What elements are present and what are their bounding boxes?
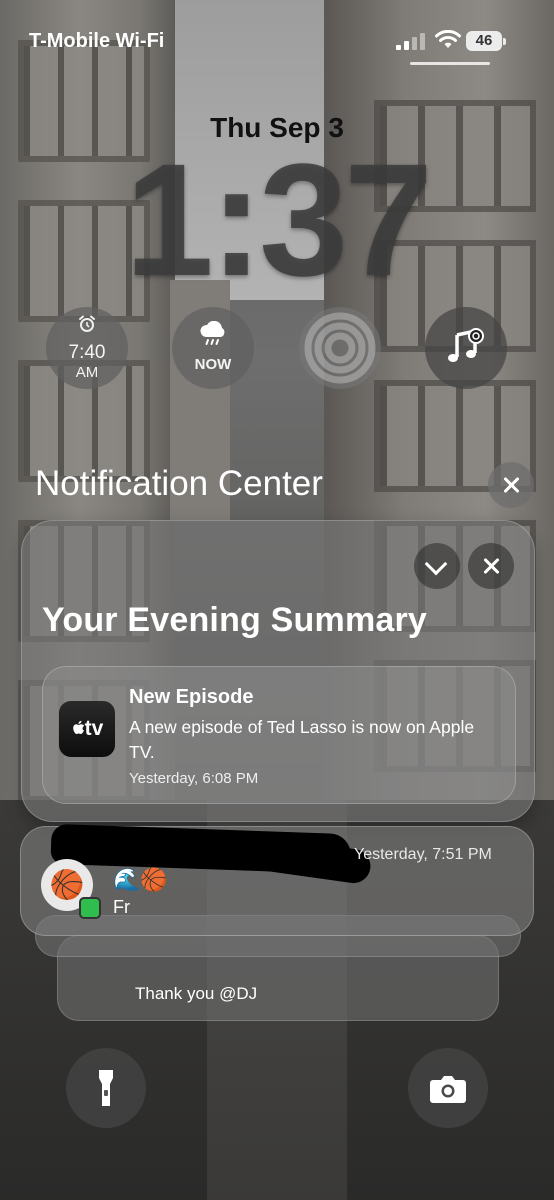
camera-icon xyxy=(430,1076,466,1103)
weather-label: NOW xyxy=(194,356,232,373)
notification-body: A new episode of Ted Lasso is now on App… xyxy=(129,717,475,762)
music-note-icon xyxy=(448,328,484,362)
flashlight-button[interactable] xyxy=(66,1048,146,1128)
message-text: Fr xyxy=(113,897,130,917)
lock-clock: 1:37 xyxy=(124,130,433,309)
rain-cloud-icon xyxy=(200,320,225,345)
close-icon xyxy=(502,476,520,494)
apple-tv-app-icon: tv xyxy=(59,701,115,757)
message-time: Yesterday, 7:51 PM xyxy=(354,846,492,863)
battery-indicator: 46 xyxy=(466,31,506,51)
apple-tv-icon-text: tv xyxy=(84,717,104,740)
apple-logo-icon xyxy=(72,720,84,734)
control-center-hint[interactable] xyxy=(410,62,490,65)
clear-notifications-button[interactable] xyxy=(488,462,534,508)
cellular-signal-icon xyxy=(396,32,426,50)
chevron-down-icon xyxy=(424,552,448,576)
apple-tv-notification[interactable]: tv New Episode A new episode of Ted Lass… xyxy=(42,666,516,804)
dismiss-summary-button[interactable] xyxy=(468,543,514,589)
flashlight-icon xyxy=(99,1070,113,1106)
activity-rings-widget[interactable] xyxy=(299,307,381,389)
music-recognition-widget[interactable] xyxy=(425,307,507,389)
close-icon xyxy=(482,557,500,575)
notification-time: Yesterday, 6:08 PM xyxy=(129,770,259,787)
collapse-summary-button[interactable] xyxy=(414,543,460,589)
evening-summary-card[interactable]: Your Evening Summary tv New Episode A ne… xyxy=(21,520,535,822)
stacked-message-text: Thank you @DJ xyxy=(135,984,258,1003)
message-notification[interactable]: Yesterday, 7:51 PM 🏀 🌊🏀 Fr xyxy=(20,823,534,936)
wifi-icon xyxy=(435,30,461,48)
message-emoji-line: 🌊🏀 xyxy=(113,867,168,892)
camera-button[interactable] xyxy=(408,1048,488,1128)
activity-rings-icon xyxy=(304,312,376,384)
messages-app-icon xyxy=(79,897,101,919)
alarm-period: AM xyxy=(75,364,99,381)
status-bar: T-Mobile Wi-Fi 46 xyxy=(0,0,554,80)
weather-widget[interactable]: NOW xyxy=(172,307,254,389)
summary-title: Your Evening Summary xyxy=(42,601,428,639)
alarm-time: 7:40 xyxy=(68,342,106,363)
notification-title: New Episode xyxy=(129,686,254,708)
alarm-clock-icon xyxy=(79,315,95,332)
carrier-label: T-Mobile Wi-Fi xyxy=(29,30,165,52)
alarm-widget[interactable]: 7:40 AM xyxy=(46,307,128,389)
notification-center-title: Notification Center xyxy=(35,464,323,503)
